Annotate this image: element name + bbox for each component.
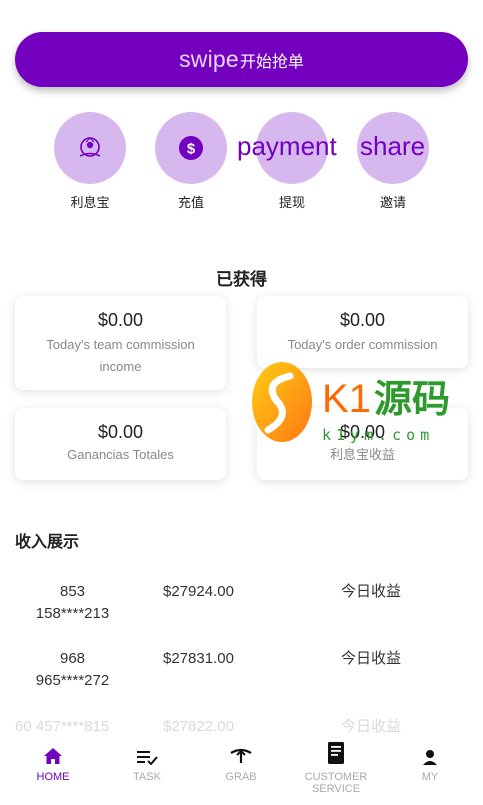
order-commission-card: $0.00 Today's order commission [257,296,468,368]
swipe-start-grab-button[interactable]: swipe 开始抢单 [15,32,468,87]
card-value: $0.00 [97,422,144,442]
tab-label: TASK [133,771,161,783]
card-label: Ganancias Totales [67,447,174,462]
card-value: $0.00 [97,310,144,330]
income-row: 968 965****272 $27831.00 今日收益 [0,648,483,698]
svg-text:$: $ [187,141,196,158]
income-amount: $27831.00 [163,650,234,667]
income-note: 今日收益 [341,650,402,667]
tab-label: MY [421,771,439,783]
earned-title: 已获得 [216,270,267,289]
quick-action-interest[interactable]: 利息宝 [40,112,140,211]
tab-label: HOME [36,771,70,783]
income-amount: $27924.00 [163,583,234,600]
income-row: 853 158****213 $27924.00 今日收益 [0,581,483,631]
tab-grab[interactable]: GRAB [193,735,289,783]
quick-action-label: 充值 [177,195,204,210]
watermark-domain: k1ym.com [322,426,434,444]
grab-icon [193,735,289,765]
income-section-title: 收入展示 [15,534,80,551]
share-overlay-text: share [360,131,426,161]
swipe-label: 开始抢单 [239,53,304,71]
dollar-coin-icon: $ [155,112,227,184]
tab-customer-service[interactable]: CUSTOMER SERVICE [288,735,384,795]
task-icon [99,735,195,765]
bottom-tab-bar: HOME TASK GRAB CUSTOMER SERVICE MY [0,735,483,805]
card-label: Today's team commission income [46,337,195,374]
swipe-word: swipe [179,46,239,72]
quick-action-recharge[interactable]: $ 充值 [141,112,241,211]
customer-service-icon [288,735,384,765]
team-commission-card: $0.00 Today's team commission income [15,296,226,390]
card-label: Today's order commission [287,337,438,352]
tab-home[interactable]: HOME [5,735,101,783]
income-user: 968 965****272 [35,650,110,689]
home-icon [5,735,101,765]
watermark-logo: K1 源码 k1ym.com [250,360,465,450]
interest-treasure-icon [54,112,126,184]
tab-label: GRAB [225,771,257,783]
tab-label: CUSTOMER SERVICE [304,771,368,795]
total-earnings-card: $0.00 Ganancias Totales [15,408,226,480]
quick-action-label: 利息宝 [70,195,110,210]
quick-action-label: 提现 [278,195,305,210]
tab-my[interactable]: MY [382,735,478,783]
watermark-k1: K1 [322,377,371,421]
card-value: $0.00 [339,310,386,330]
income-note: 今日收益 [341,583,402,600]
watermark-cn: 源码 [374,377,450,421]
quick-action-label: 邀请 [379,195,406,210]
payment-overlay-text: payment [237,131,337,161]
quick-actions: 利息宝 $ 充值 提现 邀请 payment share [0,112,483,212]
income-user: 853 158****213 [35,583,110,622]
user-icon [382,735,478,765]
tab-task[interactable]: TASK [99,735,195,783]
